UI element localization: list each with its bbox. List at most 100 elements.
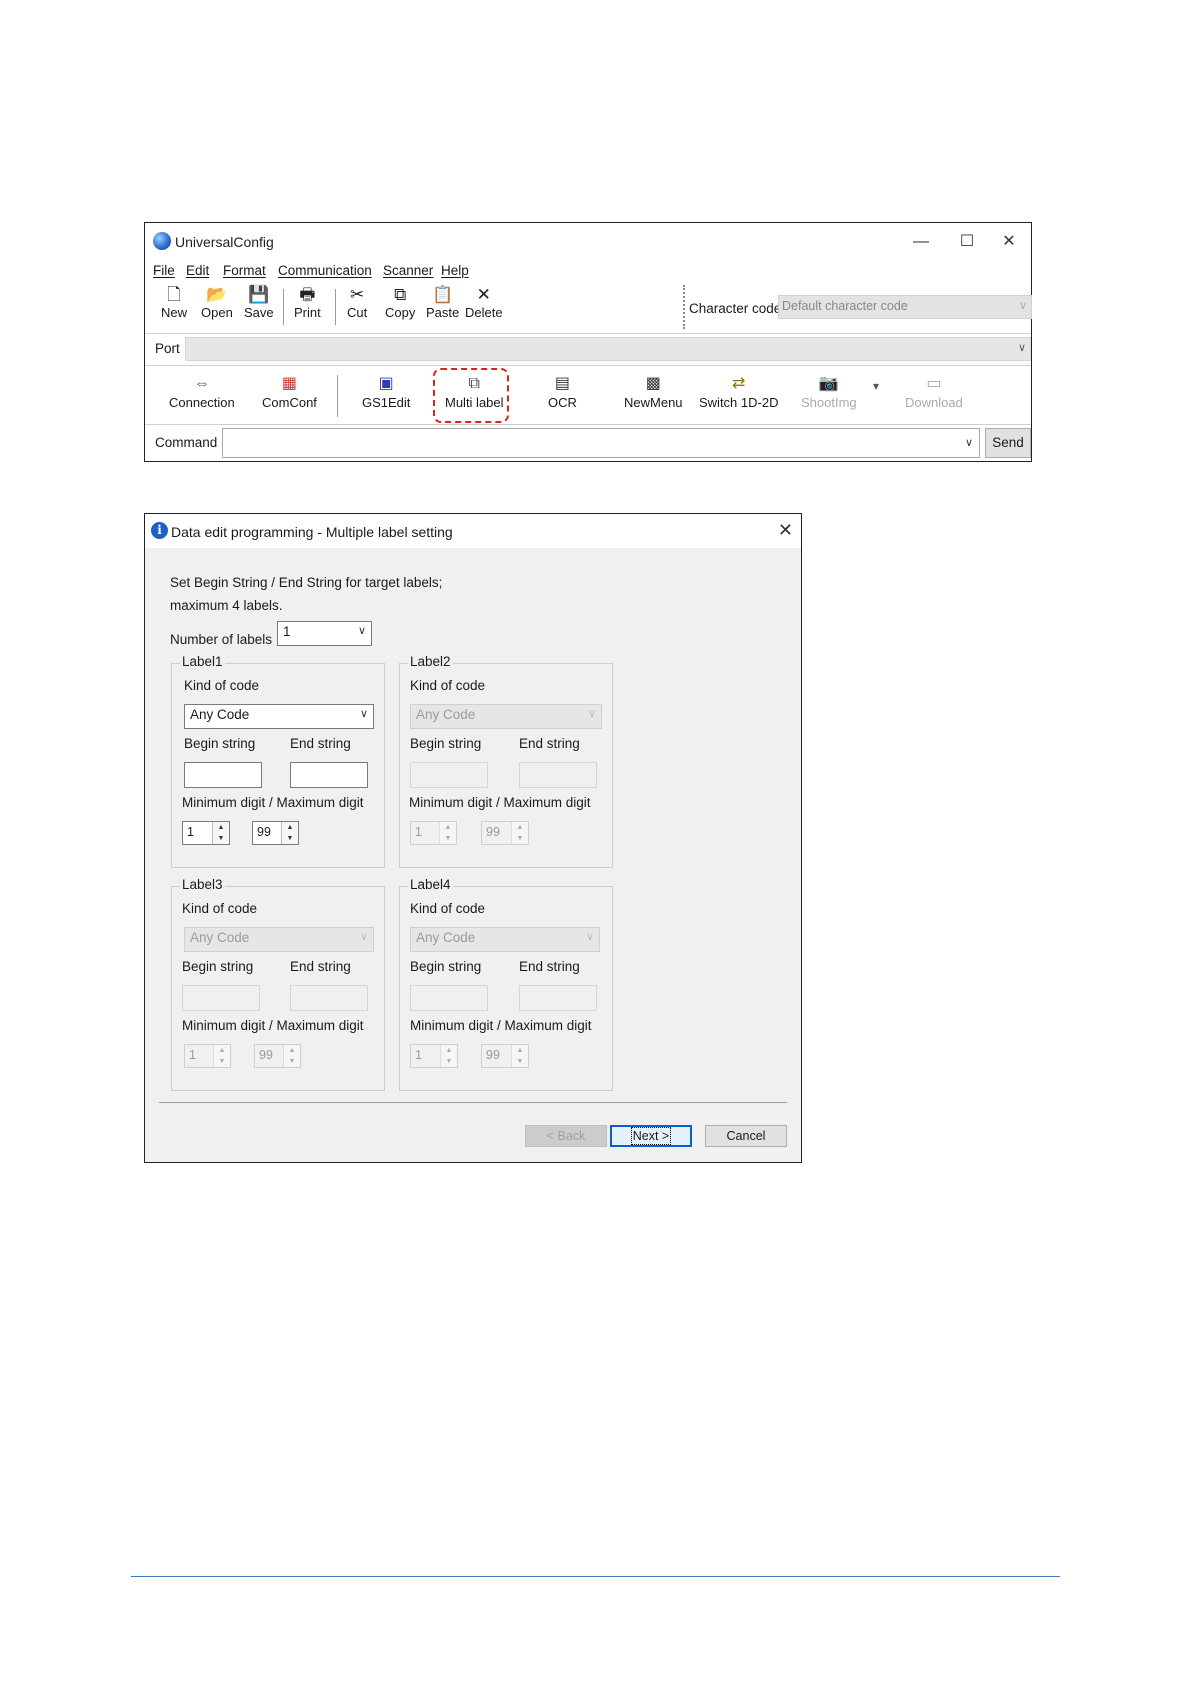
send-button[interactable]: Send [985,428,1031,458]
spinner-arrows-icon[interactable]: ▲ ▼ [212,822,229,844]
label2-begin-input[interactable] [410,762,488,788]
main-window: UniversalConfig — ☐ ✕ File Edit Format C… [144,222,1032,462]
label4-begin-input[interactable] [410,985,488,1011]
download-button[interactable]: ▭ Download [905,373,963,410]
gs1edit-button[interactable]: ▣ GS1Edit [362,373,410,410]
label3-max-spinner[interactable]: 99 ▲ ▼ [254,1044,301,1068]
label3-min-spinner[interactable]: 1 ▲ ▼ [184,1044,231,1068]
menu-scanner[interactable]: Scanner [383,263,433,278]
kind-of-code-label: Kind of code [182,901,258,916]
copy-button[interactable]: ⧉ Copy [385,285,415,320]
row-divider [145,333,1031,334]
paste-button[interactable]: 📋 Paste [426,285,459,320]
character-code-value: Default character code [782,299,908,313]
minimize-button[interactable]: — [899,229,943,255]
number-of-labels-value: 1 [283,624,291,639]
label4-end-input[interactable] [519,985,597,1011]
next-button[interactable]: Next > [610,1125,692,1147]
spinner-arrows-icon[interactable]: ▲ ▼ [439,822,456,844]
close-button[interactable]: ✕ [987,229,1031,255]
dialog-close-icon[interactable]: ✕ [778,520,793,541]
ocr-icon: ▤ [554,375,570,392]
connection-button[interactable]: ⇔ Connection [169,373,235,410]
spinner-arrows-icon[interactable]: ▲ ▼ [440,1045,457,1067]
menu-edit[interactable]: Edit [186,263,209,278]
switch-label: Switch 1D-2D [699,395,779,410]
multi-label-button[interactable]: ⧉ Multi label [445,373,504,410]
gs1edit-label: GS1Edit [362,395,411,410]
menu-help[interactable]: Help [441,263,469,278]
label2-min-value: 1 [415,825,422,839]
label1-max-spinner[interactable]: 99 ▲ ▼ [252,821,299,845]
multi-label-icon: ⧉ [468,375,480,392]
label2-kind-select[interactable]: Any Code ∨ [410,704,602,729]
download-icon: ▭ [926,375,942,392]
cut-button[interactable]: ✂ Cut [347,285,367,320]
menu-bar: File Edit Format Communication Scanner H… [145,261,1031,281]
delete-x-icon: ✕ [476,285,491,304]
label4-max-spinner[interactable]: 99 ▲ ▼ [481,1044,529,1068]
label2-kind-value: Any Code [416,707,476,722]
newmenu-label: NewMenu [624,395,683,410]
new-file-icon: 🗋 [167,285,181,304]
label3-begin-input[interactable] [182,985,260,1011]
label1-title: Label1 [180,654,225,669]
shootimg-dropdown-arrow[interactable]: ▾ [873,379,879,393]
label1-end-input[interactable] [290,762,368,788]
label4-min-spinner[interactable]: 1 ▲ ▼ [410,1044,458,1068]
spinner-arrows-icon[interactable]: ▲ ▼ [511,822,528,844]
command-input[interactable]: ∨ [222,428,980,458]
delete-button[interactable]: ✕ Delete [465,285,503,320]
spinner-arrows-icon[interactable]: ▲ ▼ [511,1045,528,1067]
label2-max-spinner[interactable]: 99 ▲ ▼ [481,821,529,845]
label3-end-input[interactable] [290,985,368,1011]
camera-icon: 📷 [818,375,839,392]
character-code-select[interactable]: Default character code ∨ [778,295,1032,319]
switch-1d-2d-button[interactable]: ⇄ Switch 1D-2D [699,373,778,410]
label2-end-input[interactable] [519,762,597,788]
chevron-down-icon: ∨ [964,437,973,449]
save-button[interactable]: 💾 Save [244,285,274,320]
save-label: Save [244,305,274,320]
spinner-arrows-icon[interactable]: ▲ ▼ [283,1045,300,1067]
menu-communication[interactable]: Communication [278,263,372,278]
shootimg-button[interactable]: 📷 ShootImg [801,373,857,410]
kind-of-code-label: Kind of code [410,901,486,916]
label4-group: Label4 Kind of code Any Code ∨ Begin str… [399,877,613,1091]
menu-file[interactable]: File [153,263,175,278]
label3-kind-select[interactable]: Any Code ∨ [184,927,374,952]
spinner-arrows-icon[interactable]: ▲ ▼ [281,822,298,844]
newmenu-button[interactable]: ▩ NewMenu [624,373,683,410]
cancel-button[interactable]: Cancel [705,1125,787,1147]
number-of-labels-select[interactable]: 1 ∨ [277,621,372,646]
print-button[interactable]: 🖶 Print [294,285,321,320]
label1-min-spinner[interactable]: 1 ▲ ▼ [182,821,230,845]
ocr-button[interactable]: ▤ OCR [548,373,577,410]
port-select[interactable]: ∨ [185,337,1031,361]
label1-begin-input[interactable] [184,762,262,788]
label1-max-value: 99 [257,825,271,839]
back-button[interactable]: < Back [525,1125,607,1147]
begin-string-label: Begin string [410,959,482,974]
print-label: Print [294,305,321,320]
label3-max-value: 99 [259,1048,273,1062]
toolbar-grip[interactable] [683,285,686,329]
label2-min-spinner[interactable]: 1 ▲ ▼ [410,821,457,845]
row-divider [145,424,1031,425]
delete-label: Delete [465,305,503,320]
label4-title: Label4 [408,877,453,892]
spinner-arrows-icon[interactable]: ▲ ▼ [213,1045,230,1067]
min-max-digit-label: Minimum digit / Maximum digit [410,1018,592,1033]
label4-kind-value: Any Code [416,930,476,945]
label2-title: Label2 [408,654,453,669]
port-label: Port [155,341,180,356]
maximize-button[interactable]: ☐ [945,229,989,255]
comconf-button[interactable]: ▦ ComConf [262,373,317,410]
label4-kind-select[interactable]: Any Code ∨ [410,927,600,952]
chevron-down-icon: ∨ [359,708,368,720]
new-button[interactable]: 🗋 New [161,285,187,320]
open-button[interactable]: 📂 Open [201,285,233,320]
label1-kind-select[interactable]: Any Code ∨ [184,704,374,729]
menu-format[interactable]: Format [223,263,266,278]
label1-min-value: 1 [187,825,194,839]
